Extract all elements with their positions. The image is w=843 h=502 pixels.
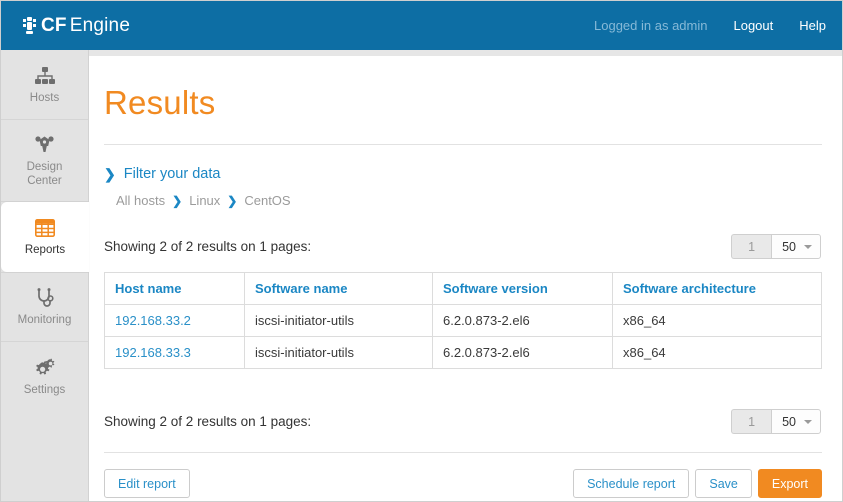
gears-icon (34, 357, 56, 379)
filter-your-data-toggle[interactable]: ❯ Filter your data (104, 166, 822, 182)
page-size-select[interactable]: 50 (771, 234, 821, 259)
column-header-host-name[interactable]: Host name (104, 272, 245, 305)
footer-divider (104, 452, 822, 453)
sidebar-navigation: Hosts Design Center Reports Monitoring S… (1, 50, 89, 501)
chevron-right-icon: ❯ (104, 166, 116, 182)
schedule-report-button[interactable]: Schedule report (573, 469, 690, 498)
export-button[interactable]: Export (757, 469, 822, 498)
hierarchy-icon (34, 65, 56, 87)
column-header-software-version[interactable]: Software version (432, 272, 613, 305)
brand-name-engine: Engine (69, 15, 131, 36)
brand-name-cf: CF (41, 15, 67, 36)
pagination-controls-top: 1 50 (731, 234, 821, 259)
sidebar-item-settings[interactable]: Settings (1, 342, 88, 412)
chevron-down-icon (804, 244, 812, 249)
table-body: 192.168.33.2 iscsi-initiator-utils 6.2.0… (104, 304, 822, 369)
sidebar-item-label-line1: Design (26, 160, 63, 173)
top-navigation: Logged in as admin Logout Help (594, 18, 826, 33)
cell-software-architecture: x86_64 (612, 304, 822, 337)
results-summary-row-top: Showing 2 of 2 results on 1 pages: 1 50 (104, 234, 822, 259)
sidebar-item-label: Settings (23, 384, 66, 396)
edit-report-button[interactable]: Edit report (104, 469, 190, 498)
showing-results-text: Showing 2 of 2 results on 1 pages: (104, 414, 312, 429)
pagination-controls-bottom: 1 50 (731, 409, 821, 434)
cell-software-version: 6.2.0.873-2.el6 (432, 304, 613, 337)
sidebar-item-label-line2: Center (27, 174, 62, 187)
save-button[interactable]: Save (695, 469, 752, 498)
table-row: 192.168.33.3 iscsi-initiator-utils 6.2.0… (104, 336, 822, 369)
sidebar-item-reports[interactable]: Reports (1, 202, 89, 272)
table-header: Host name Software name Software version… (104, 272, 822, 305)
application-window: CF Engine Logged in as admin Logout Help … (0, 0, 843, 502)
chevron-right-icon: ❯ (172, 193, 183, 208)
sidebar-item-label: Monitoring (17, 314, 72, 326)
help-link[interactable]: Help (799, 18, 826, 33)
host-link[interactable]: 192.168.33.2 (115, 313, 191, 328)
page-size-value: 50 (782, 239, 796, 254)
sidebar-item-label: Reports (24, 244, 66, 256)
title-divider (104, 144, 822, 145)
page-number-button[interactable]: 1 (731, 409, 772, 434)
cell-software-version: 6.2.0.873-2.el6 (432, 336, 613, 369)
column-header-software-name[interactable]: Software name (244, 272, 433, 305)
cell-host-name: 192.168.33.3 (104, 336, 245, 369)
cell-software-name: iscsi-initiator-utils (244, 304, 433, 337)
cell-software-name: iscsi-initiator-utils (244, 336, 433, 369)
grid-table-icon (34, 217, 56, 239)
cfengine-logo-icon (23, 17, 36, 34)
page-size-value: 50 (782, 414, 796, 429)
page-number-button[interactable]: 1 (731, 234, 772, 259)
sidebar-item-monitoring[interactable]: Monitoring (1, 272, 88, 342)
top-header-bar: CF Engine Logged in as admin Logout Help (1, 1, 842, 50)
filter-your-data-link[interactable]: Filter your data (124, 166, 221, 182)
sidebar-item-design-center[interactable]: Design Center (1, 120, 88, 202)
breadcrumb-item-centos[interactable]: CentOS (244, 193, 290, 208)
table-row: 192.168.33.2 iscsi-initiator-utils 6.2.0… (104, 304, 822, 337)
action-button-row: Edit report Schedule report Save Export (104, 469, 822, 498)
brand-logo[interactable]: CF Engine (23, 16, 130, 35)
right-action-buttons: Schedule report Save Export (573, 469, 822, 498)
breadcrumb: All hosts ❯ Linux ❯ CentOS (116, 193, 822, 208)
logout-link[interactable]: Logout (733, 18, 773, 33)
column-header-software-architecture[interactable]: Software architecture (612, 272, 822, 305)
sidebar-item-hosts[interactable]: Hosts (1, 50, 88, 120)
design-center-icon (34, 134, 56, 156)
results-summary-row-bottom: Showing 2 of 2 results on 1 pages: 1 50 (104, 409, 822, 434)
showing-results-text: Showing 2 of 2 results on 1 pages: (104, 239, 312, 254)
table-header-row: Host name Software name Software version… (104, 272, 822, 305)
sidebar-item-label: Hosts (29, 91, 60, 104)
cell-host-name: 192.168.33.2 (104, 304, 245, 337)
logged-in-status: Logged in as admin (594, 18, 708, 33)
cell-software-architecture: x86_64 (612, 336, 822, 369)
breadcrumb-item-linux[interactable]: Linux (189, 193, 220, 208)
main-content-panel: Results ❯ Filter your data All hosts ❯ L… (89, 56, 842, 501)
results-table: Host name Software name Software version… (104, 272, 822, 369)
chevron-down-icon (804, 419, 812, 424)
chevron-right-icon: ❯ (227, 193, 238, 208)
stethoscope-icon (34, 287, 56, 309)
page-size-select[interactable]: 50 (771, 409, 821, 434)
host-link[interactable]: 192.168.33.3 (115, 345, 191, 360)
breadcrumb-item-all-hosts[interactable]: All hosts (116, 193, 165, 208)
page-title: Results (104, 84, 216, 121)
